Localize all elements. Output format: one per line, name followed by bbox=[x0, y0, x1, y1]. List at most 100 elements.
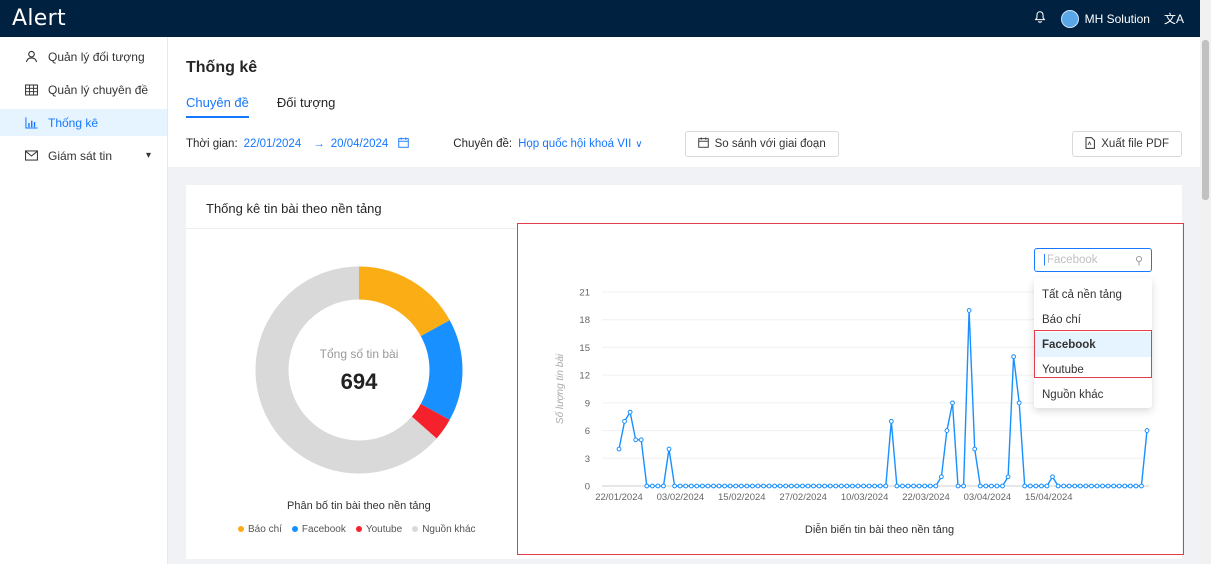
data-point bbox=[900, 483, 905, 489]
data-point bbox=[666, 446, 672, 452]
top-bar: Alert MH Solution 文A bbox=[0, 0, 1200, 37]
data-point bbox=[1089, 483, 1094, 489]
data-point bbox=[1122, 483, 1128, 489]
tab-doi-tuong[interactable]: Đối tượng bbox=[277, 95, 335, 118]
chevron-down-icon[interactable]: ▾ bbox=[146, 150, 151, 161]
data-point bbox=[1100, 483, 1105, 489]
date-to[interactable]: 20/04/2024 bbox=[331, 138, 389, 150]
y-tick-label: 12 bbox=[579, 371, 590, 382]
data-point bbox=[927, 483, 933, 489]
data-point bbox=[705, 483, 711, 489]
translate-icon[interactable]: 文A bbox=[1164, 10, 1184, 27]
data-point bbox=[749, 483, 755, 489]
data-point bbox=[988, 483, 994, 489]
data-point bbox=[777, 483, 783, 489]
data-point bbox=[800, 483, 805, 489]
data-point bbox=[677, 483, 683, 489]
donut-total: 694 bbox=[340, 369, 378, 394]
data-point bbox=[877, 483, 883, 489]
data-point bbox=[1072, 483, 1078, 489]
data-point bbox=[811, 483, 816, 489]
sidebar-item-giam-sat-tin[interactable]: Giám sát tin ▾ bbox=[0, 142, 167, 169]
data-point bbox=[783, 483, 789, 489]
page-title: Thống kê bbox=[186, 59, 258, 76]
data-point bbox=[1105, 483, 1111, 489]
legend-label: Facebook bbox=[301, 524, 346, 535]
sidebar-item-label: Quản lý đối tượng bbox=[48, 49, 145, 64]
data-point bbox=[950, 400, 955, 406]
data-point bbox=[1083, 483, 1089, 489]
menu-item-all[interactable]: Tất cả nền tảng bbox=[1034, 282, 1152, 307]
data-point bbox=[883, 483, 889, 489]
tab-chuyen-de[interactable]: Chuyên đề bbox=[186, 95, 249, 118]
data-point bbox=[1033, 483, 1039, 489]
data-point bbox=[1144, 428, 1150, 433]
data-point bbox=[1127, 483, 1133, 489]
data-point bbox=[894, 483, 900, 489]
user-menu[interactable]: MH Solution bbox=[1060, 9, 1150, 28]
chevron-down-icon[interactable]: ∨ bbox=[635, 139, 642, 150]
data-point bbox=[1022, 483, 1028, 489]
donut-center-label: Tổng số tin bài bbox=[319, 347, 399, 361]
y-tick-label: 18 bbox=[579, 315, 590, 326]
legend-label: Nguồn khác bbox=[422, 524, 476, 535]
compare-button-label: So sánh với giai đoạn bbox=[714, 138, 826, 150]
date-from[interactable]: 22/01/2024 bbox=[244, 138, 302, 150]
data-point bbox=[649, 483, 655, 489]
donut-chart: Tổng số tin bài 694 bbox=[254, 265, 464, 475]
scrollbar-thumb[interactable] bbox=[1202, 40, 1209, 200]
data-point bbox=[1111, 483, 1117, 489]
time-label: Thời gian: bbox=[186, 138, 238, 150]
sidebar-item-label: Giám sát tin bbox=[48, 148, 113, 163]
legend-item[interactable]: Nguồn khác bbox=[412, 524, 476, 535]
calendar-icon[interactable] bbox=[398, 137, 410, 151]
top-right-actions: MH Solution 文A bbox=[1033, 9, 1184, 28]
data-point bbox=[766, 483, 772, 489]
file-pdf-icon bbox=[1085, 136, 1096, 152]
data-point bbox=[1027, 483, 1033, 489]
platform-select-placeholder: Facebook bbox=[1047, 254, 1098, 266]
sidebar-item-chuyen-de[interactable]: Quản lý chuyên đề bbox=[0, 76, 167, 103]
menu-item-nguon-khac[interactable]: Nguồn khác bbox=[1034, 382, 1152, 407]
data-point bbox=[738, 483, 744, 489]
menu-highlight-box bbox=[1034, 330, 1152, 378]
data-point bbox=[699, 483, 705, 489]
y-tick-label: 21 bbox=[579, 288, 590, 299]
mail-icon bbox=[24, 149, 38, 163]
platform-select-input[interactable]: | Facebook ⚲ bbox=[1034, 248, 1152, 272]
data-point bbox=[844, 483, 850, 489]
data-point bbox=[1011, 354, 1017, 360]
sidebar-item-thong-ke[interactable]: Thống kê bbox=[0, 109, 167, 136]
y-tick-label: 9 bbox=[585, 398, 590, 409]
compare-button[interactable]: So sánh với giai đoạn bbox=[684, 131, 839, 157]
export-pdf-button[interactable]: Xuất file PDF bbox=[1072, 131, 1182, 157]
legend-item[interactable]: Youtube bbox=[355, 524, 403, 535]
legend-item[interactable]: Facebook bbox=[291, 524, 346, 535]
y-tick-label: 3 bbox=[585, 454, 590, 465]
sidebar-item-doi-tuong[interactable]: Quản lý đối tượng bbox=[0, 43, 167, 70]
data-point bbox=[866, 483, 872, 489]
export-button-label: Xuất file PDF bbox=[1101, 138, 1169, 150]
data-point bbox=[838, 483, 844, 489]
data-point bbox=[1039, 483, 1044, 489]
data-point bbox=[722, 483, 728, 489]
data-point bbox=[772, 483, 778, 489]
donut-caption: Phân bố tin bài theo nền tảng bbox=[287, 500, 431, 512]
x-tick-label: 03/02/2024 bbox=[657, 492, 705, 503]
data-point bbox=[1061, 483, 1067, 489]
data-point bbox=[966, 308, 972, 313]
data-point bbox=[1050, 474, 1055, 480]
data-point bbox=[938, 474, 944, 480]
legend-item[interactable]: Báo chí bbox=[238, 524, 282, 535]
bell-icon[interactable] bbox=[1033, 10, 1047, 27]
data-point bbox=[1094, 483, 1100, 489]
legend-label: Youtube bbox=[365, 524, 403, 535]
date-arrow: → bbox=[313, 138, 325, 150]
scrollbar[interactable] bbox=[1200, 0, 1211, 564]
menu-item-bao-chi[interactable]: Báo chí bbox=[1034, 307, 1152, 332]
app-logo[interactable]: Alert bbox=[12, 6, 66, 31]
topic-select[interactable]: Họp quốc hội khoá VII bbox=[518, 138, 631, 150]
data-point bbox=[1016, 400, 1022, 406]
x-tick-label: 27/02/2024 bbox=[779, 492, 827, 503]
data-point bbox=[1139, 483, 1144, 489]
